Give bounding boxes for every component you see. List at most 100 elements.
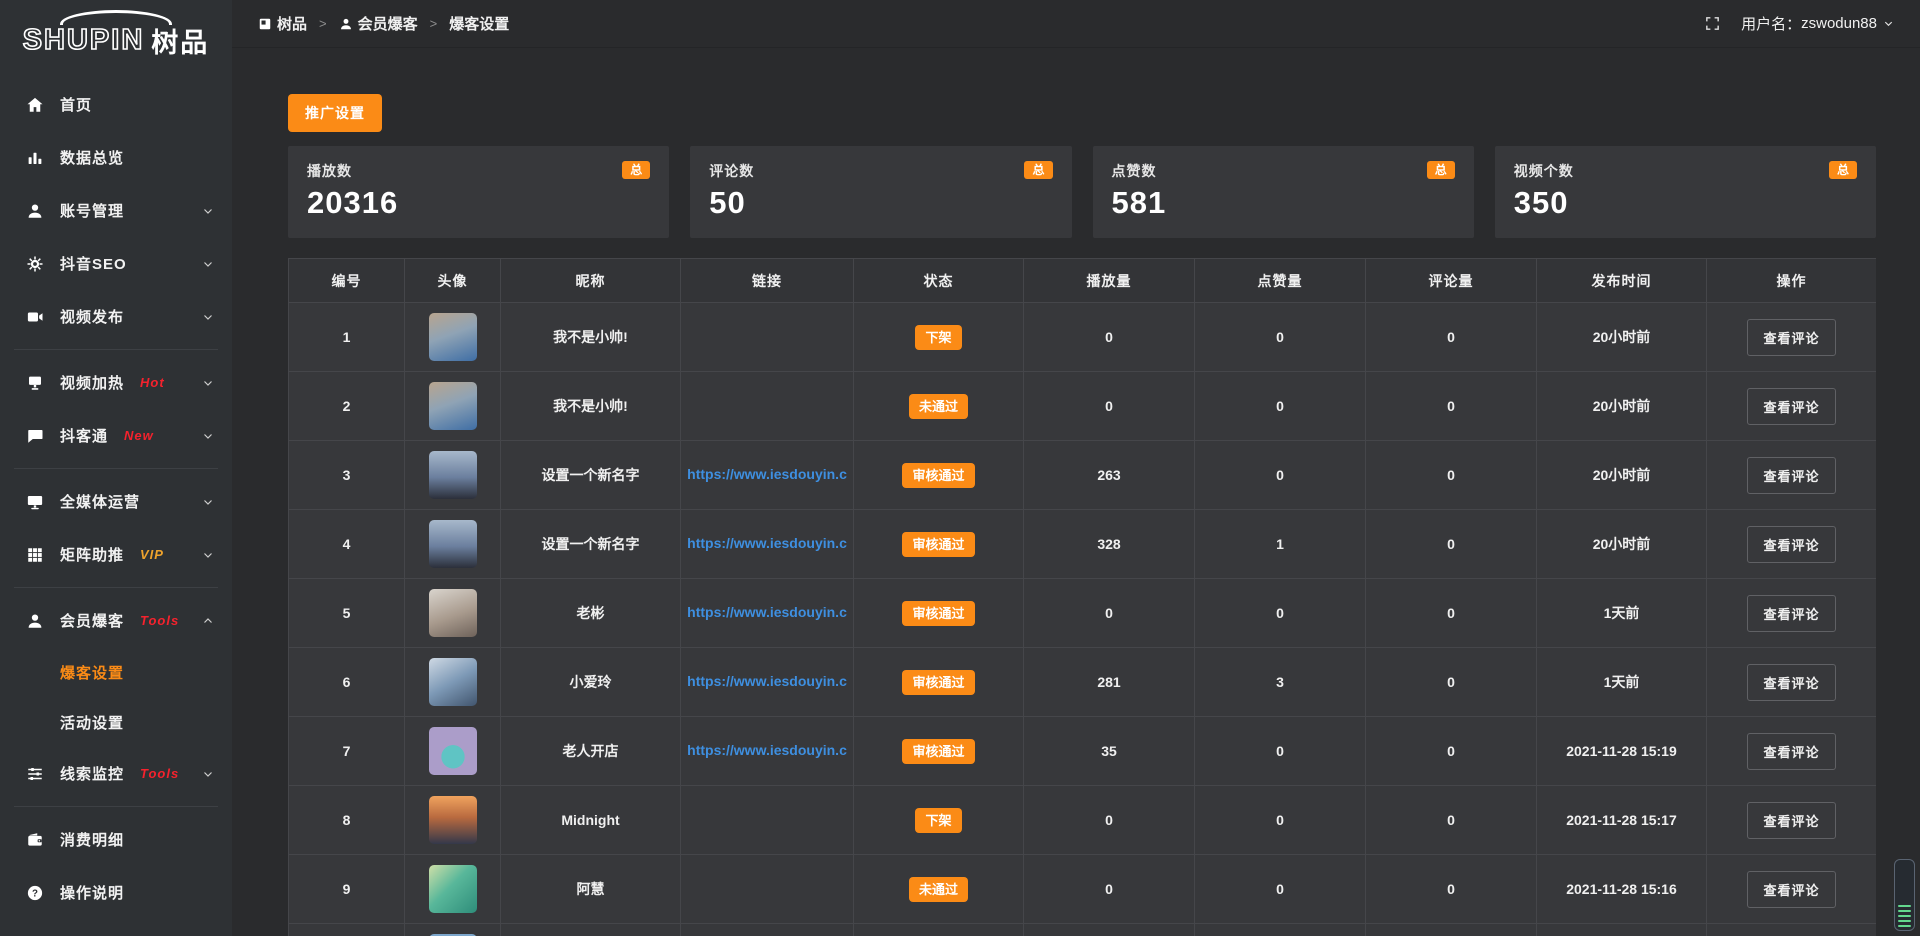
cell-published: 2021-11-28 15:16	[1537, 855, 1707, 924]
promo-settings-button[interactable]: 推广设置	[288, 94, 382, 132]
sidebar-item-lead-monitor[interactable]: 线索监控 Tools	[0, 747, 232, 800]
cell-status: 未通过	[854, 372, 1024, 441]
new-tag: New	[124, 428, 154, 443]
breadcrumb: 树品 > 会员爆客 > 爆客设置	[258, 13, 509, 34]
sidebar-item-spend-details[interactable]: 消费明细	[0, 813, 232, 866]
cell-plays: 263	[1024, 441, 1195, 510]
view-comments-button[interactable]: 查看评论	[1747, 319, 1835, 356]
chevron-down-icon	[202, 549, 214, 561]
cell-published: 20小时前	[1537, 441, 1707, 510]
status-badge: 审核通过	[902, 739, 974, 764]
svg-text:?: ?	[32, 888, 38, 899]
sidebar-item-omnimedia[interactable]: 全媒体运营	[0, 475, 232, 528]
table-row: 6 小爱玲 https://www.iesdouyin.c 审核通过 281 3…	[289, 648, 1877, 717]
sidebar-item-label: 视频发布	[60, 306, 124, 327]
cell-plays: 0	[1024, 372, 1195, 441]
sidebar-item-label: 数据总览	[60, 147, 124, 168]
view-comments-button[interactable]: 查看评论	[1747, 526, 1835, 563]
cell-avatar	[405, 303, 501, 372]
chevron-up-icon	[202, 615, 214, 627]
user-icon	[26, 612, 44, 630]
video-link[interactable]: https://www.iesdouyin.c	[687, 535, 847, 551]
cell-actions: 查看评论	[1707, 579, 1877, 648]
cell-avatar	[405, 924, 501, 936]
cell-link: https://www.iesdouyin.c	[681, 510, 854, 579]
cell-id	[289, 924, 405, 936]
cell-avatar	[405, 855, 501, 924]
view-comments-button[interactable]: 查看评论	[1747, 388, 1835, 425]
view-comments-button[interactable]: 查看评论	[1747, 802, 1835, 839]
cell-link	[681, 786, 854, 855]
stat-card: 点赞数 总 581	[1093, 146, 1474, 238]
view-comments-button[interactable]: 查看评论	[1747, 733, 1835, 770]
sidebar-item-instructions[interactable]: ? 操作说明	[0, 866, 232, 919]
wallet-icon	[26, 831, 44, 849]
sidebar-item-data-overview[interactable]: 数据总览	[0, 131, 232, 184]
fullscreen-icon[interactable]	[1704, 15, 1721, 32]
question-circle-icon: ?	[26, 884, 44, 902]
sidebar-item-matrix-boost[interactable]: 矩阵助推 VIP	[0, 528, 232, 581]
status-badge: 未通过	[909, 877, 968, 902]
sidebar-divider	[14, 587, 218, 588]
widget-bar	[1898, 920, 1911, 922]
cell-published: 1天前	[1537, 579, 1707, 648]
floating-widget[interactable]	[1894, 859, 1915, 931]
cell-link: https://www.iesdouyin.c	[681, 648, 854, 717]
sidebar-item-member-baoke[interactable]: 会员爆客 Tools	[0, 594, 232, 647]
screen-board-icon	[26, 374, 44, 392]
sidebar-item-douyin-seo[interactable]: 抖音SEO	[0, 237, 232, 290]
user-menu[interactable]: 用户名： zswodun88	[1741, 13, 1894, 34]
cell-comments: 0	[1366, 579, 1537, 648]
cell-plays: 0	[1024, 855, 1195, 924]
avatar	[429, 451, 477, 499]
chevron-down-icon	[202, 430, 214, 442]
video-link[interactable]: https://www.iesdouyin.c	[687, 673, 847, 689]
sidebar-subitem-activity-settings[interactable]: 活动设置	[0, 697, 232, 747]
status-badge: 下架	[915, 808, 961, 833]
chevron-down-icon	[202, 377, 214, 389]
chevron-down-icon	[202, 311, 214, 323]
sidebar-menu: 首页 数据总览 账号管理 抖音SEO 视频发布 视频加热 Hot	[0, 78, 232, 919]
cell-avatar	[405, 372, 501, 441]
cell-comments	[1366, 924, 1537, 936]
cell-plays: 0	[1024, 786, 1195, 855]
cell-published: 2021-11-28 15:17	[1537, 786, 1707, 855]
col-header-actions: 操作	[1707, 259, 1877, 303]
cell-link: https://www.iesdouyin.c	[681, 579, 854, 648]
breadcrumb-item-member-baoke[interactable]: 会员爆客	[339, 13, 418, 34]
view-comments-button[interactable]: 查看评论	[1747, 457, 1835, 494]
cell-status: 审核通过	[854, 510, 1024, 579]
view-comments-button[interactable]: 查看评论	[1747, 664, 1835, 701]
sidebar-subitem-baoke-settings[interactable]: 爆客设置	[0, 647, 232, 697]
chevron-down-icon	[202, 496, 214, 508]
videos-table: 编号 头像 昵称 链接 状态 播放量 点赞量 评论量 发布时间 操作 1	[288, 258, 1876, 936]
vip-tag: VIP	[140, 547, 164, 562]
video-link[interactable]: https://www.iesdouyin.c	[687, 742, 847, 758]
view-comments-button[interactable]: 查看评论	[1747, 871, 1835, 908]
cell-likes: 1	[1195, 510, 1366, 579]
sidebar-item-video-heat[interactable]: 视频加热 Hot	[0, 356, 232, 409]
stat-total-badge: 总	[1427, 161, 1455, 179]
sidebar-item-video-publish[interactable]: 视频发布	[0, 290, 232, 343]
video-link[interactable]: https://www.iesdouyin.c	[687, 466, 847, 482]
view-comments-button[interactable]: 查看评论	[1747, 595, 1835, 632]
cell-id: 5	[289, 579, 405, 648]
sidebar-item-home[interactable]: 首页	[0, 78, 232, 131]
cell-comments: 0	[1366, 441, 1537, 510]
bar-chart-icon	[26, 149, 44, 167]
cell-actions: 查看评论	[1707, 303, 1877, 372]
sidebar-item-account[interactable]: 账号管理	[0, 184, 232, 237]
breadcrumb-item-shupin[interactable]: 树品	[258, 13, 307, 34]
cell-nickname: 设置一个新名字	[501, 441, 681, 510]
cell-status: 下架	[854, 786, 1024, 855]
col-header-plays: 播放量	[1024, 259, 1195, 303]
cell-id: 3	[289, 441, 405, 510]
topbar: 树品 > 会员爆客 > 爆客设置 用户名： zswodun88	[232, 0, 1920, 48]
sidebar-divider	[14, 468, 218, 469]
sliders-icon	[26, 765, 44, 783]
cell-status: 审核通过	[854, 579, 1024, 648]
col-header-nickname: 昵称	[501, 259, 681, 303]
video-link[interactable]: https://www.iesdouyin.c	[687, 604, 847, 620]
sidebar-item-doukettong[interactable]: 抖客通 New	[0, 409, 232, 462]
cell-nickname: 老彬	[501, 579, 681, 648]
